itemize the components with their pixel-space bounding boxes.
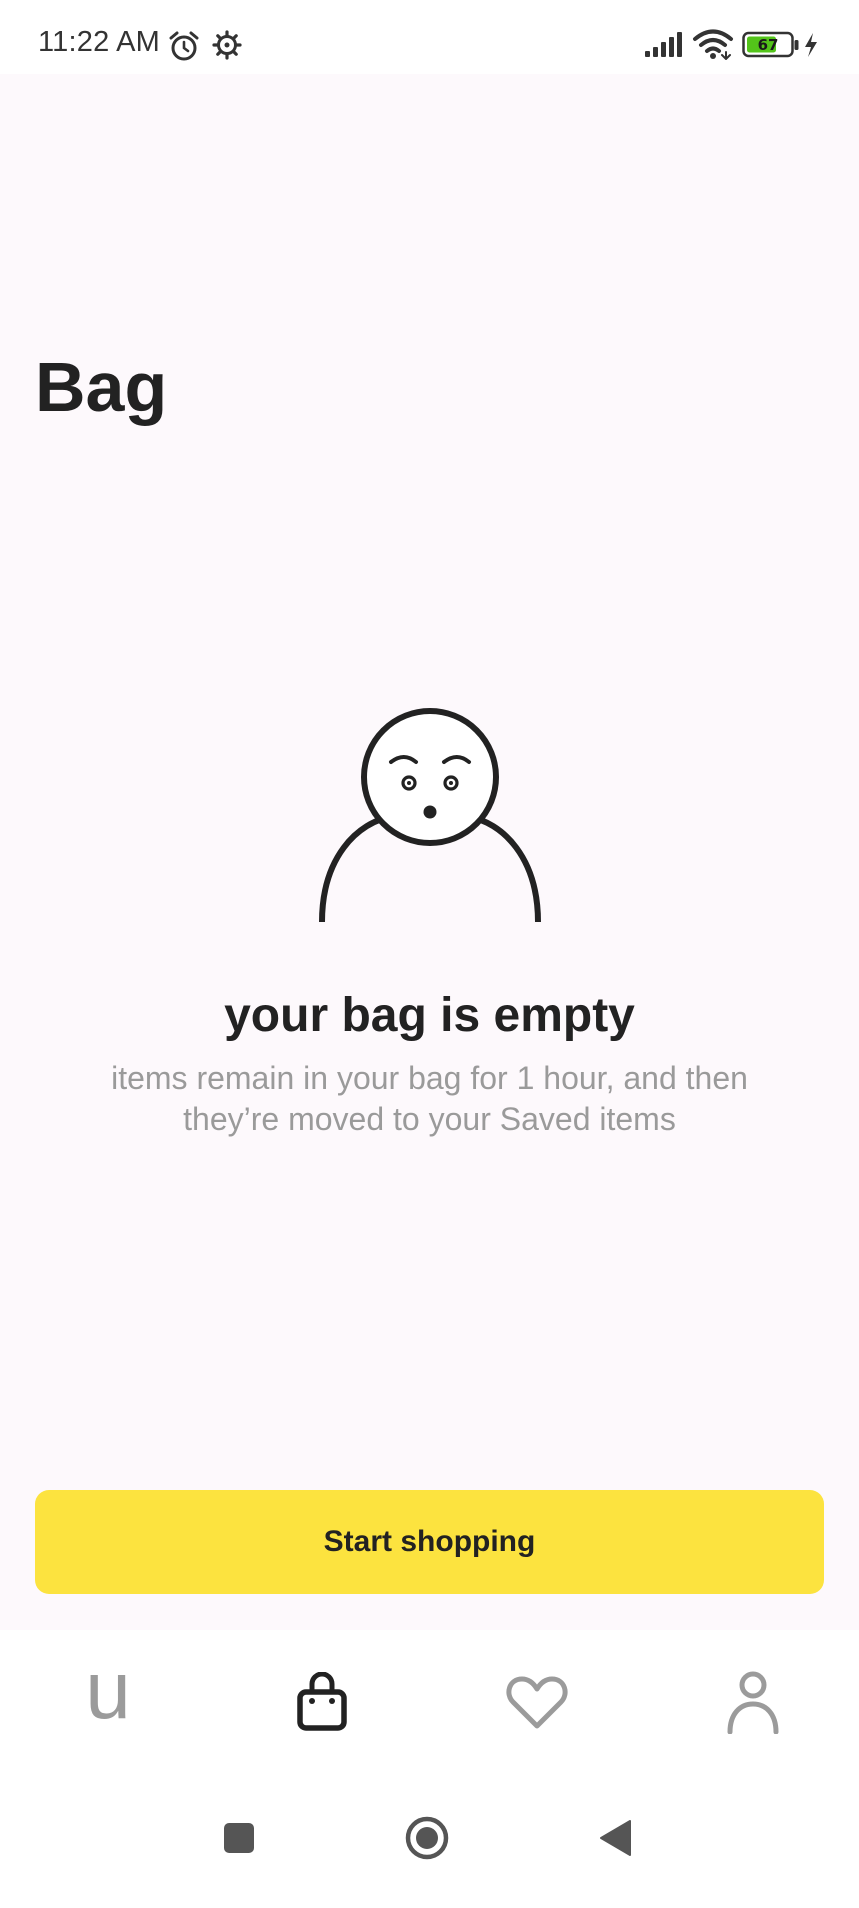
charging-icon bbox=[805, 33, 817, 57]
person-icon bbox=[727, 1671, 779, 1734]
tab-account[interactable] bbox=[703, 1662, 803, 1742]
bottom-tab-bar: u bbox=[0, 1630, 859, 1780]
square-icon bbox=[224, 1823, 254, 1853]
battery-icon: 67 bbox=[742, 31, 799, 58]
alarm-icon bbox=[169, 31, 199, 61]
confused-person-illustration bbox=[319, 708, 541, 923]
tab-home[interactable]: u bbox=[58, 1650, 158, 1742]
settings-icon bbox=[212, 30, 242, 60]
system-nav-bar bbox=[0, 1780, 859, 1908]
shopping-bag-icon bbox=[297, 1672, 347, 1731]
triangle-back-icon bbox=[600, 1820, 631, 1856]
page-title: Bag bbox=[35, 348, 168, 426]
status-bar: 11:22 AM 67 bbox=[0, 0, 859, 74]
empty-state-subtext: items remain in your bag for 1 hour, and… bbox=[111, 1060, 748, 1137]
home-u-icon: u bbox=[85, 1645, 131, 1736]
back-button[interactable] bbox=[580, 1808, 650, 1868]
circle-icon bbox=[405, 1816, 449, 1860]
signal-icon bbox=[645, 32, 682, 57]
heart-icon bbox=[506, 1676, 568, 1729]
wifi-icon bbox=[693, 29, 733, 60]
status-time: 11:22 AM bbox=[38, 26, 160, 58]
recents-button[interactable] bbox=[204, 1808, 274, 1868]
tab-saved[interactable] bbox=[487, 1662, 587, 1742]
home-button[interactable] bbox=[392, 1808, 462, 1868]
empty-state-heading: your bag is empty bbox=[224, 989, 635, 1042]
start-shopping-button[interactable]: Start shopping bbox=[35, 1490, 824, 1594]
tab-bag[interactable] bbox=[272, 1662, 372, 1742]
battery-level-text: 67 bbox=[758, 36, 779, 54]
